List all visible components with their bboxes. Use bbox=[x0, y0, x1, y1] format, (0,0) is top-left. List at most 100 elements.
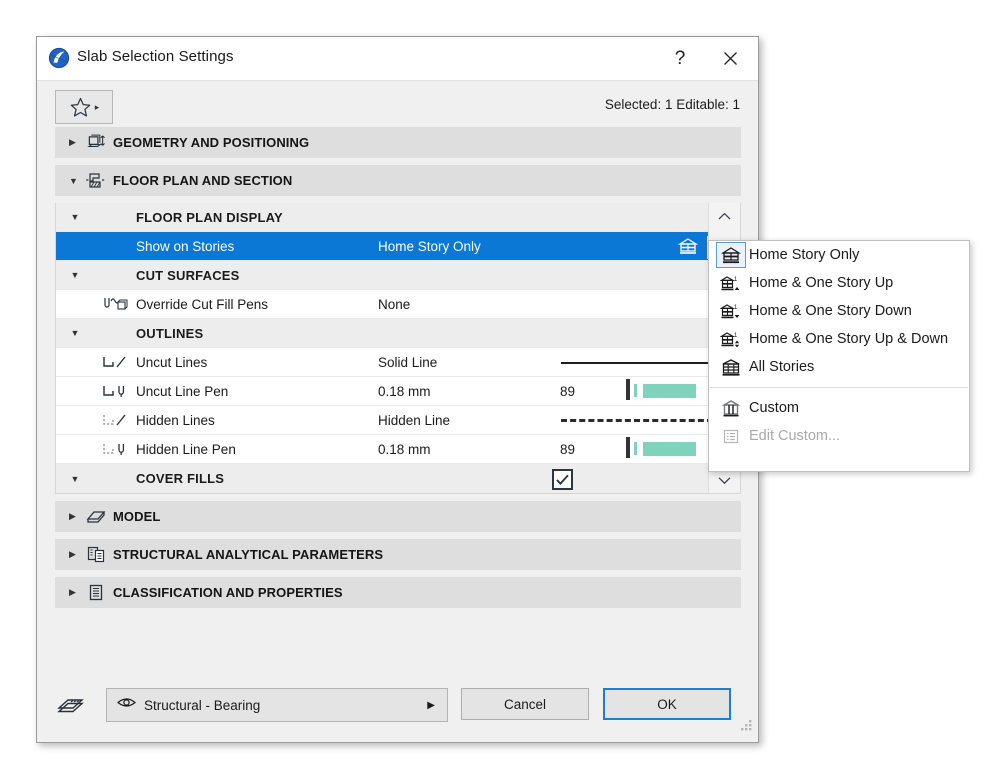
scroll-down-button[interactable] bbox=[709, 469, 740, 491]
chevron-up-icon bbox=[718, 212, 731, 221]
row-label: OUTLINES bbox=[136, 326, 318, 341]
section-header-floor-plan[interactable]: ▼ FLOOR PLAN AND SECTION bbox=[55, 165, 741, 196]
expand-triangle-icon: ▶ bbox=[69, 511, 83, 522]
row-value: 0.18 mm bbox=[378, 384, 431, 399]
menu-item-custom[interactable]: Custom bbox=[709, 394, 969, 422]
svg-text:1: 1 bbox=[734, 333, 738, 339]
selection-status: Selected: 1 Editable: 1 bbox=[605, 97, 740, 112]
section-label: MODEL bbox=[113, 509, 160, 524]
row-value: Home Story Only bbox=[378, 239, 481, 254]
row-value: None bbox=[378, 297, 410, 312]
uncut-lines-icon bbox=[94, 353, 136, 372]
structural-analytical-icon bbox=[83, 545, 109, 564]
row-group-cut-surfaces[interactable]: ▼ CUT SURFACES bbox=[56, 261, 740, 290]
model-icon bbox=[83, 508, 109, 526]
home-one-story-down-icon: 1 bbox=[713, 302, 749, 321]
home-story-icon bbox=[678, 237, 698, 261]
dialog-title: Slab Selection Settings bbox=[77, 48, 234, 65]
row-label: CUT SURFACES bbox=[136, 268, 318, 283]
hidden-pen-swatch[interactable] bbox=[626, 439, 630, 457]
row-override-cut-fill-pens[interactable]: Override Cut Fill Pens None bbox=[56, 290, 740, 319]
layer-value: Structural - Bearing bbox=[144, 698, 260, 713]
settings-panel-list: ▶ GEOMETRY AND POSITIONING ▼ bbox=[55, 127, 741, 615]
cover-fills-checkbox[interactable] bbox=[552, 469, 573, 490]
row-label: Uncut Line Pen bbox=[136, 384, 318, 399]
menu-item-label: Home Story Only bbox=[749, 247, 859, 263]
edit-custom-icon bbox=[713, 428, 749, 445]
row-pen-number: 89 bbox=[560, 384, 575, 399]
uncut-pen-swatch[interactable] bbox=[626, 381, 630, 399]
dialog-footer: Structural - Bearing ▶ Cancel OK bbox=[37, 674, 758, 742]
menu-item-label: Custom bbox=[749, 400, 799, 416]
expand-triangle-icon: ▶ bbox=[69, 137, 83, 148]
row-pen-number: 89 bbox=[560, 442, 575, 457]
row-group-floor-plan-display[interactable]: ▼ FLOOR PLAN DISPLAY bbox=[56, 203, 740, 232]
row-uncut-lines[interactable]: Uncut Lines Solid Line bbox=[56, 348, 740, 377]
row-label: COVER FILLS bbox=[136, 471, 318, 486]
menu-item-label: Home & One Story Up bbox=[749, 275, 893, 291]
section-header-classification[interactable]: ▶ CLASSIFICATION AND PROPERTIES bbox=[55, 577, 741, 608]
menu-item-label: Edit Custom... bbox=[749, 428, 840, 444]
caret-right-icon: ▶ bbox=[427, 700, 435, 711]
row-label: Override Cut Fill Pens bbox=[136, 297, 318, 312]
row-value: Solid Line bbox=[378, 355, 437, 370]
row-group-outlines[interactable]: ▼ OUTLINES bbox=[56, 319, 740, 348]
resize-grip-icon[interactable] bbox=[740, 719, 753, 737]
classification-properties-icon bbox=[83, 583, 109, 602]
cancel-button[interactable]: Cancel bbox=[461, 688, 589, 720]
cancel-label: Cancel bbox=[504, 697, 546, 712]
row-group-cover-fills[interactable]: ▼ COVER FILLS bbox=[56, 464, 740, 493]
row-label: Show on Stories bbox=[136, 239, 318, 254]
menu-item-label: Home & One Story Down bbox=[749, 303, 912, 319]
favorites-button[interactable]: ▸ bbox=[55, 90, 113, 124]
hidden-line-pen-icon bbox=[94, 440, 136, 459]
show-on-stories-dropdown-menu[interactable]: Home Story Only 1 Home & One Story Up bbox=[708, 240, 970, 472]
uncut-line-preview bbox=[561, 348, 721, 377]
section-header-geometry[interactable]: ▶ GEOMETRY AND POSITIONING bbox=[55, 127, 741, 158]
row-hidden-line-pen[interactable]: Hidden Line Pen 0.18 mm 89 bbox=[56, 435, 740, 464]
uncut-line-pen-icon bbox=[94, 382, 136, 401]
section-label: GEOMETRY AND POSITIONING bbox=[113, 135, 309, 150]
scroll-up-button[interactable] bbox=[709, 205, 740, 227]
collapse-triangle-icon: ▼ bbox=[56, 474, 94, 484]
layer-combobox[interactable]: Structural - Bearing ▶ bbox=[106, 688, 448, 722]
help-icon: ? bbox=[675, 48, 686, 70]
ok-label: OK bbox=[657, 697, 677, 712]
screen: Slab Selection Settings ? ▸ Selected: 1 … bbox=[0, 0, 999, 778]
row-hidden-lines[interactable]: Hidden Lines Hidden Line bbox=[56, 406, 740, 435]
dialog-toolbar: ▸ Selected: 1 Editable: 1 bbox=[37, 81, 758, 128]
ok-button[interactable]: OK bbox=[603, 688, 731, 720]
row-show-on-stories[interactable]: Show on Stories Home Story Only ▶ bbox=[56, 232, 740, 261]
hidden-lines-icon bbox=[94, 411, 136, 430]
help-button[interactable]: ? bbox=[658, 37, 702, 80]
menu-item-all-stories[interactable]: All Stories bbox=[709, 353, 969, 381]
collapse-triangle-icon: ▼ bbox=[56, 328, 94, 338]
floor-plan-section-icon bbox=[83, 171, 109, 190]
section-label: CLASSIFICATION AND PROPERTIES bbox=[113, 585, 343, 600]
menu-item-home-one-story-down[interactable]: 1 Home & One Story Down bbox=[709, 297, 969, 325]
chevron-down-icon bbox=[718, 476, 731, 485]
row-label: Hidden Line Pen bbox=[136, 442, 318, 457]
close-button[interactable] bbox=[708, 37, 752, 80]
star-icon bbox=[69, 96, 92, 119]
section-header-structural-analytical[interactable]: ▶ STRUCTURAL ANALYTICAL PARAMETERS bbox=[55, 539, 741, 570]
all-stories-icon bbox=[713, 358, 749, 377]
layers-icon bbox=[55, 692, 87, 723]
menu-item-home-one-story-up[interactable]: 1 Home & One Story Up bbox=[709, 269, 969, 297]
home-one-story-up-down-icon: 1 bbox=[713, 330, 749, 349]
menu-item-home-one-story-up-down[interactable]: 1 Home & One Story Up & Down bbox=[709, 325, 969, 353]
row-label: FLOOR PLAN DISPLAY bbox=[136, 210, 318, 225]
row-uncut-line-pen[interactable]: Uncut Line Pen 0.18 mm 89 bbox=[56, 377, 740, 406]
collapse-triangle-icon: ▼ bbox=[56, 212, 94, 222]
menu-item-home-story-only[interactable]: Home Story Only bbox=[709, 241, 969, 269]
checkmark-icon bbox=[556, 474, 569, 486]
section-header-model[interactable]: ▶ MODEL bbox=[55, 501, 741, 532]
menu-item-edit-custom: Edit Custom... bbox=[709, 422, 969, 450]
expand-triangle-icon: ▶ bbox=[69, 587, 83, 598]
override-cut-fill-pens-icon bbox=[94, 295, 136, 314]
row-label: Hidden Lines bbox=[136, 413, 318, 428]
geometry-positioning-icon bbox=[83, 134, 109, 152]
menu-item-label: Home & One Story Up & Down bbox=[749, 331, 948, 347]
svg-text:1: 1 bbox=[734, 277, 738, 283]
favorites-caret-icon: ▸ bbox=[95, 102, 100, 113]
